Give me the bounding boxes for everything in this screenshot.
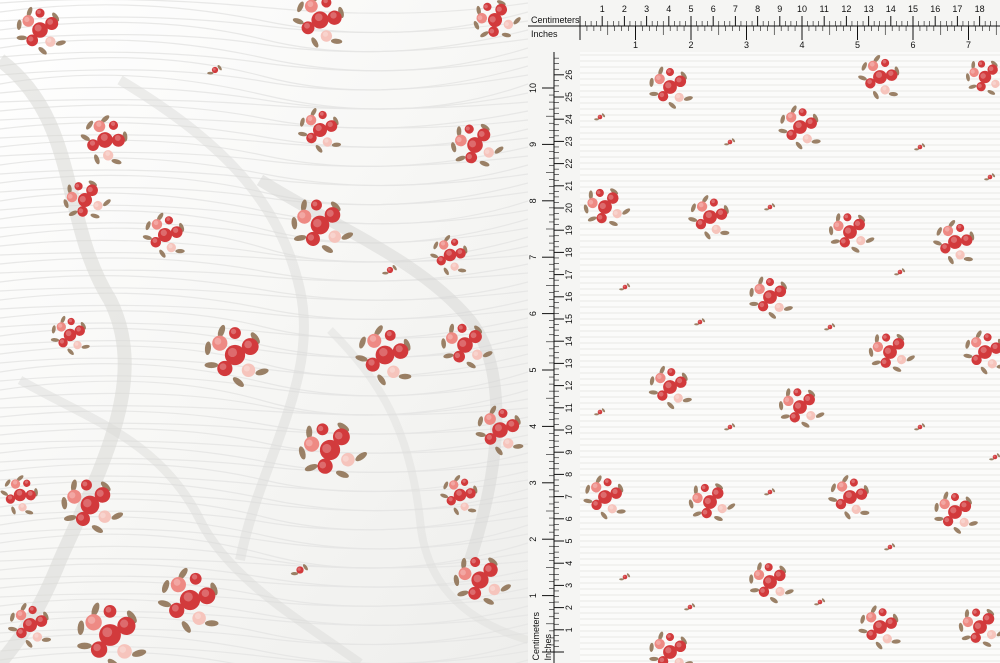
draped-fabric-photo	[0, 0, 528, 663]
ruler-tick-label: 21	[564, 181, 574, 191]
ruler-tick-label: 26	[564, 70, 574, 80]
ruler-tick-label: 5	[688, 4, 693, 14]
ruler-tick-label: 9	[777, 4, 782, 14]
ruler-tick-label: 19	[564, 225, 574, 235]
ruler-tick-label: 9	[564, 450, 574, 455]
ruler-tick-label: 4	[564, 561, 574, 566]
ruler-tick-label: 3	[744, 40, 749, 50]
ruler-tick-label: 7	[966, 40, 971, 50]
ruler-tick-label: 24	[564, 114, 574, 124]
ruler-tick-label: 25	[564, 92, 574, 102]
ruler-tick-label: 8	[528, 198, 538, 203]
ruler-tick-label: 6	[910, 40, 915, 50]
ruler-tick-label: 7	[564, 494, 574, 499]
ruler-tick-label: 15	[564, 314, 574, 324]
ruler-tick-label: 8	[755, 4, 760, 14]
side-ruler: 1234567891011121314151617181920212223242…	[528, 52, 580, 663]
ruler-tick-label: 3	[644, 4, 649, 14]
ruler-tick-label: 2	[622, 4, 627, 14]
ruler-tick-label: 2	[688, 40, 693, 50]
ruler-tick-label: 5	[528, 367, 538, 372]
ruler-tick-label: 4	[666, 4, 671, 14]
ruler-tick-label: 17	[952, 4, 962, 14]
side-inches-label: Inches	[543, 634, 553, 661]
ruler-tick-label: 2	[528, 537, 538, 542]
ruler-tick-label: 10	[528, 83, 538, 93]
ruler-tick-label: 12	[564, 381, 574, 391]
ruler-tick-label: 6	[711, 4, 716, 14]
ruler-tick-label: 1	[528, 593, 538, 598]
ruler-tick-label: 18	[975, 4, 985, 14]
ruler-tick-label: 5	[855, 40, 860, 50]
ruler-tick-label: 18	[564, 247, 574, 257]
ruler-tick-label: 17	[564, 270, 574, 280]
ruler-tick-label: 6	[564, 516, 574, 521]
ruler-tick-label: 20	[564, 203, 574, 213]
ruler-tick-label: 11	[820, 4, 829, 14]
ruler-tick-label: 12	[841, 4, 851, 14]
ruler-tick-label: 15	[908, 4, 918, 14]
ruler-tick-label: 5	[564, 538, 574, 543]
ruler-tick-label: 16	[564, 292, 574, 302]
ruler-tick-label: 14	[564, 336, 574, 346]
flat-fabric-swatch	[580, 52, 1000, 663]
ruler-tick-label: 3	[564, 583, 574, 588]
top-inches-label: Inches	[531, 29, 558, 39]
ruler-tick-label: 8	[564, 472, 574, 477]
ruler-tick-label: 1	[633, 40, 638, 50]
ruler-tick-label: 4	[528, 424, 538, 429]
ruler-tick-label: 11	[564, 403, 574, 412]
ruler-tick-label: 1	[600, 4, 605, 14]
top-ruler: 1 2 3 4 5 6 7 8 9 10 11 12 13 14 15 16 17 181 2 3 4 5 6 7	[528, 0, 1000, 52]
side-centimeters-label: Centimeters	[531, 612, 541, 661]
ruler-tick-label: 4	[799, 40, 804, 50]
ruler-tick-label: 6	[528, 311, 538, 316]
ruler-tick-label: 10	[564, 425, 574, 435]
ruler-tick-label: 3	[528, 480, 538, 485]
ruler-tick-label: 10	[797, 4, 807, 14]
ruler-tick-label: 7	[528, 255, 538, 260]
ruler-tick-label: 7	[733, 4, 738, 14]
top-centimeters-label: Centimeters	[531, 15, 580, 25]
ruler-tick-label: 22	[564, 159, 574, 169]
ruler-tick-label: 23	[564, 136, 574, 146]
ruler-tick-label: 14	[886, 4, 896, 14]
ruler-tick-label: 9	[528, 142, 538, 147]
ruler-tick-label: 16	[930, 4, 940, 14]
ruler-tick-label: 1	[564, 627, 574, 632]
ruler-tick-label: 13	[864, 4, 874, 14]
ruler-tick-label: 13	[564, 358, 574, 368]
ruler-tick-label: 2	[564, 605, 574, 610]
